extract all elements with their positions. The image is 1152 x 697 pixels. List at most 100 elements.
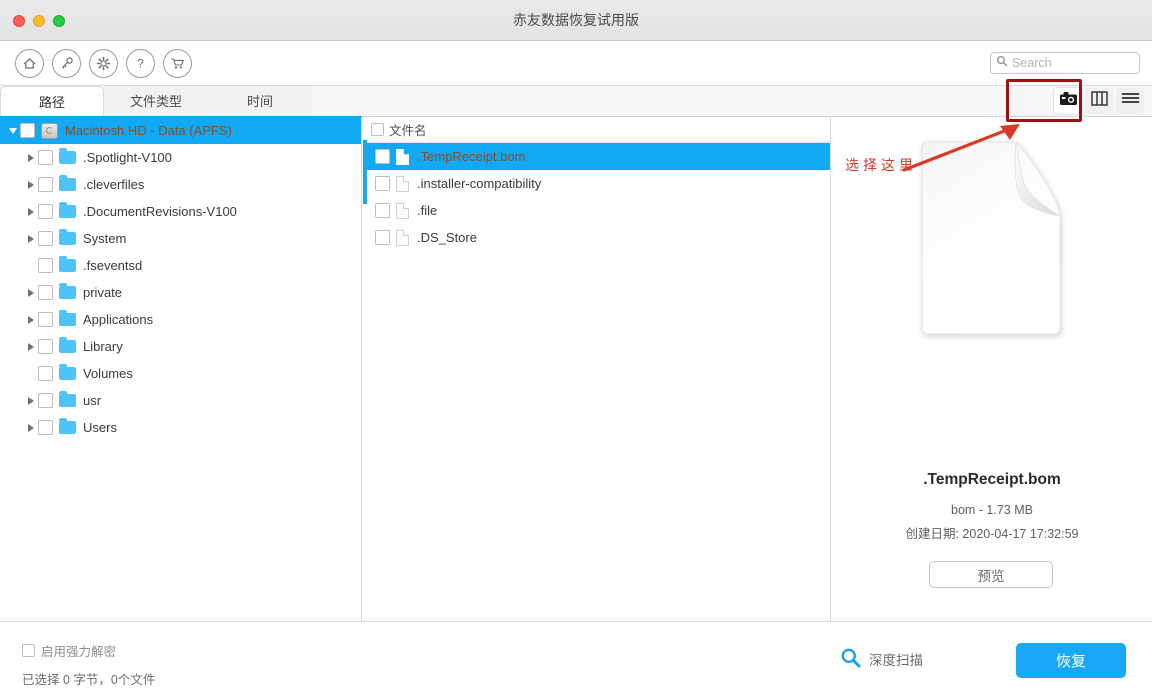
column-mode-button[interactable] bbox=[1085, 88, 1113, 114]
tree-row[interactable]: Applications bbox=[0, 306, 361, 333]
folder-icon bbox=[59, 313, 76, 326]
tree-row-label: Volumes bbox=[83, 366, 133, 381]
tree-row[interactable]: .Spotlight-V100 bbox=[0, 144, 361, 171]
tree-row-checkbox[interactable] bbox=[38, 258, 53, 273]
tree-row-label: .fseventsd bbox=[83, 258, 142, 273]
search-box[interactable] bbox=[990, 52, 1140, 74]
tab-path[interactable]: 路径 bbox=[0, 86, 104, 118]
recover-button[interactable]: 恢复 bbox=[1016, 643, 1126, 678]
chevron-right-icon[interactable] bbox=[24, 181, 38, 189]
tree-row-label: System bbox=[83, 231, 126, 246]
chevron-right-icon[interactable] bbox=[24, 316, 38, 324]
folder-icon bbox=[59, 367, 76, 380]
tree-row-label: .DocumentRevisions-V100 bbox=[83, 204, 237, 219]
tree-row[interactable]: System bbox=[0, 225, 361, 252]
tree-row-checkbox[interactable] bbox=[38, 204, 53, 219]
settings-button[interactable] bbox=[89, 49, 118, 78]
tree-row-label: usr bbox=[83, 393, 101, 408]
help-icon: ? bbox=[132, 55, 149, 72]
key-button[interactable] bbox=[52, 49, 81, 78]
home-icon bbox=[21, 55, 38, 72]
folder-icon bbox=[59, 205, 76, 218]
tree-row-checkbox[interactable] bbox=[38, 366, 53, 381]
path-tree-pane[interactable]: Macintosh HD - Data (APFS).Spotlight-V10… bbox=[0, 117, 362, 621]
folder-icon bbox=[59, 286, 76, 299]
tree-row-checkbox[interactable] bbox=[20, 123, 35, 138]
file-row-checkbox[interactable] bbox=[375, 176, 390, 191]
tree-row-checkbox[interactable] bbox=[38, 420, 53, 435]
document-icon bbox=[396, 230, 409, 246]
tab-time[interactable]: 时间 bbox=[208, 86, 312, 117]
tree-row-checkbox[interactable] bbox=[38, 231, 53, 246]
chevron-right-icon[interactable] bbox=[24, 343, 38, 351]
select-all-checkbox[interactable] bbox=[371, 123, 384, 136]
tree-row[interactable]: Users bbox=[0, 414, 361, 441]
document-icon bbox=[396, 176, 409, 192]
file-list-header-label: 文件名 bbox=[389, 120, 427, 139]
tab-strip: 路径 文件类型 时间 bbox=[0, 86, 1152, 117]
tree-row[interactable]: Volumes bbox=[0, 360, 361, 387]
camera-icon bbox=[1059, 91, 1078, 111]
file-rows: .TempReceipt.bom .installer-compatibility… bbox=[363, 143, 830, 251]
file-row[interactable]: .file bbox=[363, 197, 830, 224]
search-icon bbox=[840, 647, 861, 671]
file-list-pane[interactable]: 文件名 .TempReceipt.bom .installer-compatibi… bbox=[363, 117, 831, 621]
document-icon bbox=[396, 203, 409, 219]
tree-row-checkbox[interactable] bbox=[38, 312, 53, 327]
file-list-header: 文件名 bbox=[363, 117, 830, 143]
chevron-right-icon[interactable] bbox=[24, 289, 38, 297]
file-row-checkbox[interactable] bbox=[375, 230, 390, 245]
tree-row[interactable]: .DocumentRevisions-V100 bbox=[0, 198, 361, 225]
tree-row-label: Library bbox=[83, 339, 123, 354]
tree-row-checkbox[interactable] bbox=[38, 177, 53, 192]
preview-mode-button[interactable] bbox=[1054, 88, 1082, 114]
view-mode-group bbox=[1054, 88, 1144, 114]
tree-row-label: .cleverfiles bbox=[83, 177, 144, 192]
chevron-right-icon[interactable] bbox=[24, 235, 38, 243]
tree-row[interactable]: Macintosh HD - Data (APFS) bbox=[0, 117, 361, 144]
file-row-label: .DS_Store bbox=[417, 230, 477, 245]
file-row[interactable]: .installer-compatibility bbox=[363, 170, 830, 197]
tree-row-checkbox[interactable] bbox=[38, 150, 53, 165]
file-row-label: .installer-compatibility bbox=[417, 176, 541, 191]
strong-decrypt-checkbox[interactable] bbox=[22, 644, 35, 657]
tree-row[interactable]: .fseventsd bbox=[0, 252, 361, 279]
preview-created-date: 创建日期: 2020-04-17 17:32:59 bbox=[832, 523, 1152, 542]
app-window: 赤友数据恢复试用版 ? bbox=[0, 0, 1152, 697]
folder-icon bbox=[59, 259, 76, 272]
file-row-checkbox[interactable] bbox=[375, 203, 390, 218]
tree-row[interactable]: usr bbox=[0, 387, 361, 414]
search-input[interactable] bbox=[1012, 56, 1132, 70]
preview-file-name: .TempReceipt.bom bbox=[832, 471, 1152, 489]
chevron-down-icon[interactable] bbox=[6, 128, 20, 134]
tree-row-checkbox[interactable] bbox=[38, 339, 53, 354]
file-row[interactable]: .DS_Store bbox=[363, 224, 830, 251]
document-icon bbox=[396, 149, 409, 165]
disk-icon bbox=[41, 123, 58, 139]
deep-scan-button[interactable]: 深度扫描 bbox=[840, 647, 923, 671]
title-bar: 赤友数据恢复试用版 bbox=[0, 0, 1152, 41]
help-button[interactable]: ? bbox=[126, 49, 155, 78]
tree-row[interactable]: private bbox=[0, 279, 361, 306]
chevron-right-icon[interactable] bbox=[24, 424, 38, 432]
path-tree: Macintosh HD - Data (APFS).Spotlight-V10… bbox=[0, 117, 361, 441]
folder-icon bbox=[59, 178, 76, 191]
chevron-right-icon[interactable] bbox=[24, 208, 38, 216]
tree-row[interactable]: .cleverfiles bbox=[0, 171, 361, 198]
file-row-checkbox[interactable] bbox=[375, 149, 390, 164]
chevron-right-icon[interactable] bbox=[24, 397, 38, 405]
tab-filetype[interactable]: 文件类型 bbox=[104, 86, 208, 117]
tree-row-checkbox[interactable] bbox=[38, 285, 53, 300]
tree-row[interactable]: Library bbox=[0, 333, 361, 360]
file-row[interactable]: .TempReceipt.bom bbox=[363, 143, 830, 170]
chevron-right-icon[interactable] bbox=[24, 154, 38, 162]
tree-row-checkbox[interactable] bbox=[38, 393, 53, 408]
cart-button[interactable] bbox=[163, 49, 192, 78]
preview-button[interactable]: 预览 bbox=[929, 561, 1053, 588]
list-mode-button[interactable] bbox=[1116, 88, 1144, 114]
scrollbar-indicator[interactable] bbox=[363, 140, 367, 204]
strong-decrypt-toggle[interactable]: 启用强力解密 bbox=[22, 641, 116, 660]
home-button[interactable] bbox=[15, 49, 44, 78]
toolbar-buttons: ? bbox=[15, 49, 192, 78]
svg-text:?: ? bbox=[137, 57, 144, 71]
